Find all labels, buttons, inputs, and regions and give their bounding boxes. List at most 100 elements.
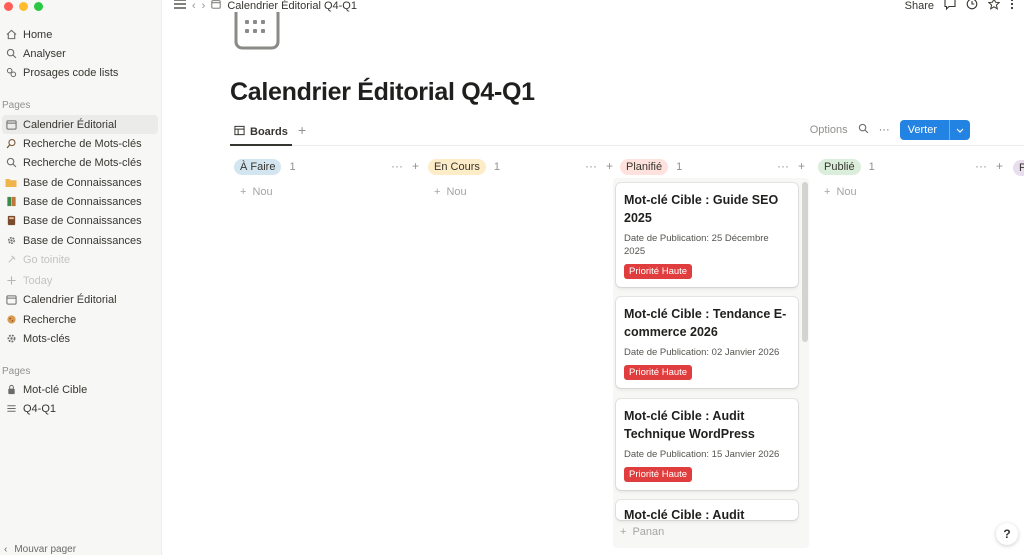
- sidebar-item-base-connaissances[interactable]: Base de Connaissances: [2, 192, 158, 211]
- more-icon[interactable]: ···: [975, 159, 987, 173]
- active-tab-indicator: [230, 144, 292, 146]
- plus-icon[interactable]: +: [606, 159, 613, 173]
- calendar-icon: [4, 293, 18, 307]
- new-button[interactable]: Verter: [899, 120, 970, 140]
- plus-icon: +: [824, 186, 831, 198]
- sidebar-item-go-toinite[interactable]: Go toinite: [2, 250, 158, 269]
- more-icon[interactable]: [1010, 0, 1014, 13]
- board-column: À Faire 1 ··· + + Nou: [234, 156, 419, 198]
- more-icon[interactable]: ···: [585, 159, 597, 173]
- sidebar-item-base-connaissances[interactable]: Base de Connaissances: [2, 231, 158, 250]
- more-icon[interactable]: ···: [879, 124, 890, 136]
- back-icon[interactable]: ‹: [192, 0, 196, 12]
- scrollbar[interactable]: [802, 182, 808, 342]
- gear-icon: [4, 234, 18, 248]
- help-button[interactable]: ?: [996, 523, 1018, 545]
- new-card-label: Panan: [632, 526, 665, 538]
- sidebar-item-mots-cles[interactable]: Mots-clés: [2, 329, 158, 348]
- forward-icon[interactable]: ›: [202, 0, 206, 12]
- sidebar-item-analyser[interactable]: Analyser: [2, 44, 158, 63]
- board-column-partial: P: [1013, 158, 1024, 176]
- sidebar-item-recherche[interactable]: Recherche: [2, 310, 158, 329]
- plus-icon: +: [240, 186, 247, 198]
- add-view-button[interactable]: +: [298, 122, 306, 138]
- sidebar-item-mot-cle-cible[interactable]: Mot-clé Cible: [2, 380, 158, 399]
- breadcrumb[interactable]: Calendrier Éditorial Q4-Q1: [227, 0, 357, 12]
- board-card[interactable]: Mot-clé Cible : Guide SEO 2025 Date de P…: [616, 183, 798, 287]
- menu-icon[interactable]: [174, 0, 186, 12]
- sidebar-item-label: Recherche de Mots-clés: [23, 156, 142, 169]
- more-icon[interactable]: ···: [777, 159, 789, 173]
- table-icon: [234, 125, 245, 139]
- search-icon[interactable]: [858, 123, 869, 137]
- status-pill[interactable]: Planifié: [620, 159, 669, 175]
- gear-icon: [4, 332, 18, 346]
- view-bar: Boards + Options ··· Verter: [230, 118, 1024, 146]
- cookie-icon: [4, 313, 18, 327]
- sidebar-item-calendrier-2[interactable]: Calendrier Éditorial: [2, 290, 158, 309]
- sidebar-item-base-connaissances[interactable]: Base de Connaissances: [2, 211, 158, 230]
- tab-boards[interactable]: Boards: [234, 122, 288, 142]
- sidebar-item-today[interactable]: Today: [2, 271, 158, 290]
- sidebar-item-home[interactable]: Home: [2, 25, 158, 44]
- comment-icon[interactable]: [944, 0, 956, 13]
- card-title: Mot-clé Cible : Tendance E-commerce 2026: [624, 307, 787, 339]
- sidebar-item-q4-q1[interactable]: Q4-Q1: [2, 399, 158, 418]
- folder-icon: [4, 176, 18, 190]
- sidebar-item-recherche-mots-cles[interactable]: Recherche de Mots-clés: [2, 153, 158, 172]
- calendar-icon: [211, 0, 221, 12]
- options-button[interactable]: Options: [810, 124, 848, 136]
- sidebar-item-label: Base de Connaissances: [23, 195, 142, 208]
- plus-icon[interactable]: +: [412, 159, 419, 173]
- page-calendar-icon[interactable]: [234, 12, 280, 50]
- column-count: 1: [676, 161, 683, 173]
- new-card-button[interactable]: + Nou: [234, 186, 419, 198]
- sidebar-item-prosages[interactable]: Prosages code lists: [2, 63, 158, 82]
- new-card-label: Nou: [252, 186, 273, 198]
- new-card-label: Nou: [836, 186, 857, 198]
- board-column: En Cours 1 ··· + + Nou: [428, 156, 613, 198]
- column-count: 1: [289, 161, 296, 173]
- new-card-button[interactable]: + Panan: [620, 526, 664, 538]
- calendar-icon: [4, 118, 18, 132]
- plus-icon: +: [620, 526, 627, 538]
- close-window-button[interactable]: [4, 2, 13, 11]
- status-pill[interactable]: À Faire: [234, 159, 282, 175]
- search-icon: [4, 137, 18, 151]
- sidebar-item-label: Analyser: [23, 47, 66, 60]
- more-icon[interactable]: ···: [391, 159, 403, 173]
- sidebar-item-calendrier[interactable]: Calendrier Éditorial: [2, 115, 158, 134]
- chevron-down-icon[interactable]: [949, 120, 970, 140]
- sidebar-section-label: Pages: [2, 366, 31, 377]
- history-icon[interactable]: [966, 0, 978, 13]
- minimize-window-button[interactable]: [19, 2, 28, 11]
- sidebar-bottom[interactable]: ‹ Mouvar pager: [4, 544, 76, 555]
- star-icon[interactable]: [987, 0, 1001, 13]
- board-card[interactable]: Mot-clé Cible : Audit Techno: [616, 500, 798, 520]
- share-button[interactable]: Share: [905, 0, 934, 12]
- priority-tag: Priorité Haute: [624, 467, 693, 482]
- column-count: 1: [868, 161, 875, 173]
- sidebar-item-recherche-mots-cles[interactable]: Recherche de Mots-clés: [2, 134, 158, 153]
- new-button-label: Verter: [907, 124, 937, 136]
- board-card[interactable]: Mot-clé Cible : Tendance E-commerce 2026…: [616, 297, 798, 388]
- status-pill[interactable]: P: [1013, 160, 1024, 176]
- status-pill[interactable]: Publié: [818, 159, 861, 175]
- home-icon: [4, 28, 18, 42]
- new-card-button[interactable]: + Nou: [818, 186, 1003, 198]
- board-card[interactable]: Mot-clé Cible : Audit Technique WordPres…: [616, 399, 798, 490]
- plus-icon: +: [434, 186, 441, 198]
- sidebar-item-label: Mot-clé Cible: [23, 383, 88, 396]
- maximize-window-button[interactable]: [34, 2, 43, 11]
- book-icon: [4, 214, 18, 228]
- sidebar-item-label: Home: [23, 28, 53, 41]
- sidebar-item-base-connaissances[interactable]: Base de Connaissances: [2, 173, 158, 192]
- status-pill[interactable]: En Cours: [428, 159, 486, 175]
- sidebar-item-label: Go toinite: [23, 253, 71, 266]
- sidebar-bottom-label: Mouvar pager: [14, 544, 77, 555]
- list-icon: [4, 402, 18, 416]
- plus-icon[interactable]: +: [996, 159, 1003, 173]
- plus-icon[interactable]: +: [798, 159, 805, 173]
- new-card-button[interactable]: + Nou: [428, 186, 613, 198]
- sidebar-item-label: Calendrier Éditorial: [23, 118, 117, 131]
